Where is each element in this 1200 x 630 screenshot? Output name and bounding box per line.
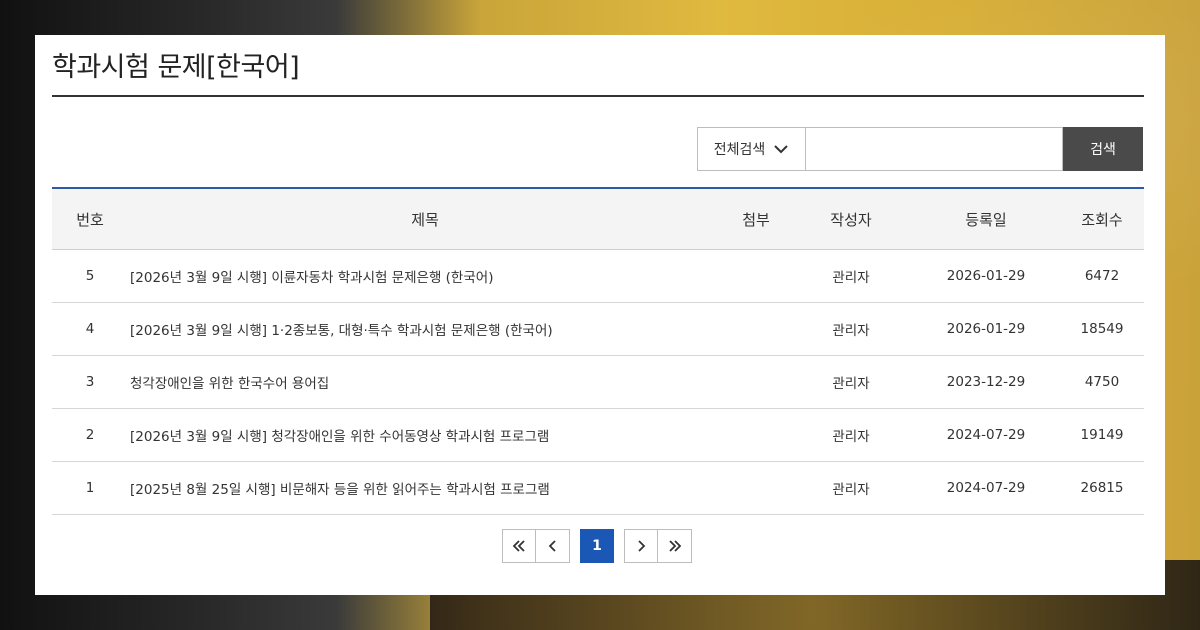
table-header-row: 번호 제목 첨부 작성자 등록일 조회수 [52, 187, 1144, 250]
row-number: 2 [52, 408, 128, 462]
table-row: 3 청각장애인을 위한 한국수어 용어집 관리자 2023-12-29 4750 [52, 355, 1144, 409]
row-author: 관리자 [790, 461, 912, 515]
row-date: 2026-01-29 [912, 302, 1060, 356]
double-chevron-left-icon [512, 540, 525, 552]
row-date: 2023-12-29 [912, 355, 1060, 409]
table-row: 1 [2025년 8월 25일 시행] 비문해자 등을 위한 읽어주는 학과시험… [52, 461, 1144, 515]
row-title-link[interactable]: 청각장애인을 위한 한국수어 용어집 [128, 355, 722, 409]
page-title: 학과시험 문제[한국어] [52, 52, 300, 83]
prev-page-button[interactable] [536, 529, 570, 563]
row-views: 6472 [1060, 249, 1144, 303]
table-row: 2 [2026년 3월 9일 시행] 청각장애인을 위한 수어동영상 학과시험 … [52, 408, 1144, 462]
row-attachment [722, 355, 790, 409]
page-number-button[interactable]: 1 [580, 529, 614, 563]
row-number: 3 [52, 355, 128, 409]
row-number: 1 [52, 461, 128, 515]
row-attachment [722, 408, 790, 462]
search-input[interactable] [805, 127, 1063, 171]
row-date: 2024-07-29 [912, 408, 1060, 462]
header-title: 제목 [128, 187, 722, 250]
header-attachment: 첨부 [722, 187, 790, 250]
row-date: 2024-07-29 [912, 461, 1060, 515]
row-author: 관리자 [790, 355, 912, 409]
row-views: 19149 [1060, 408, 1144, 462]
search-type-value: 전체검색 [713, 142, 766, 158]
header-date: 등록일 [912, 187, 1060, 250]
chevron-down-icon [773, 141, 789, 157]
row-author: 관리자 [790, 302, 912, 356]
row-author: 관리자 [790, 249, 912, 303]
search-button[interactable]: 검색 [1063, 127, 1143, 171]
double-chevron-right-icon [668, 540, 681, 552]
row-author: 관리자 [790, 408, 912, 462]
row-date: 2026-01-29 [912, 249, 1060, 303]
row-title-link[interactable]: [2026년 3월 9일 시행] 청각장애인을 위한 수어동영상 학과시험 프로… [128, 408, 722, 462]
chevron-right-icon [638, 540, 646, 552]
header-views: 조회수 [1060, 187, 1144, 250]
row-attachment [722, 302, 790, 356]
row-views: 4750 [1060, 355, 1144, 409]
row-views: 18549 [1060, 302, 1144, 356]
row-title-link[interactable]: [2025년 8월 25일 시행] 비문해자 등을 위한 읽어주는 학과시험 프… [128, 461, 722, 515]
row-attachment [722, 249, 790, 303]
table-row: 5 [2026년 3월 9일 시행] 이륜자동차 학과시험 문제은행 (한국어)… [52, 249, 1144, 303]
row-title-link[interactable]: [2026년 3월 9일 시행] 이륜자동차 학과시험 문제은행 (한국어) [128, 249, 722, 303]
next-page-button[interactable] [624, 529, 658, 563]
table-row: 4 [2026년 3월 9일 시행] 1·2종보통, 대형·특수 학과시험 문제… [52, 302, 1144, 356]
search-bar: 전체검색 검색 [697, 127, 1143, 171]
last-page-button[interactable] [658, 529, 692, 563]
board-table: 번호 제목 첨부 작성자 등록일 조회수 5 [2026년 3월 9일 시행] … [52, 187, 1144, 515]
header-author: 작성자 [790, 187, 912, 250]
row-attachment [722, 461, 790, 515]
title-divider [52, 95, 1144, 97]
row-number: 4 [52, 302, 128, 356]
row-number: 5 [52, 249, 128, 303]
header-number: 번호 [52, 187, 128, 250]
chevron-left-icon [548, 540, 556, 552]
pagination: 1 [502, 529, 692, 563]
content-panel: 학과시험 문제[한국어] 전체검색 검색 번호 제목 첨부 작성자 등록일 조회… [35, 35, 1165, 595]
search-type-select[interactable]: 전체검색 [697, 127, 805, 171]
row-views: 26815 [1060, 461, 1144, 515]
first-page-button[interactable] [502, 529, 536, 563]
row-title-link[interactable]: [2026년 3월 9일 시행] 1·2종보통, 대형·특수 학과시험 문제은행… [128, 302, 722, 356]
